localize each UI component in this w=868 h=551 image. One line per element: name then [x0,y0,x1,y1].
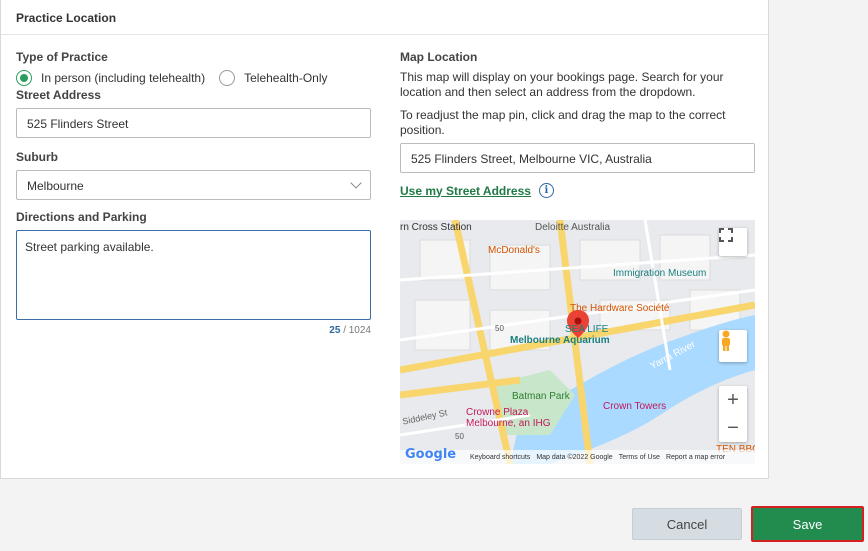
terms-of-use-link[interactable]: Terms of Use [619,454,660,461]
google-logo: Google [405,447,457,462]
map-label-station: rn Cross Station [400,222,472,233]
cancel-button[interactable]: Cancel [632,508,742,540]
right-column: Map Location This map will display on yo… [400,50,755,464]
street-address-input[interactable]: 525 Flinders Street [16,108,371,138]
map-pin-instructions: To readjust the map pin, click and drag … [400,108,726,137]
map-label-route-50: 50 [495,324,504,333]
google-map[interactable]: rn Cross Station Deloitte Australia McDo… [400,220,755,464]
info-icon[interactable]: i [538,183,554,198]
suburb-label: Suburb [16,150,58,164]
street-address-label: Street Address [16,88,101,102]
character-counter: 25 / 1024 [16,325,371,336]
practice-location-panel: Practice Location Type of Practice In pe… [0,0,769,479]
type-of-practice-label: Type of Practice [16,50,108,64]
map-data-credit: Map data ©2022 Google [536,453,613,461]
zoom-in-button[interactable]: + [719,386,747,414]
map-label-crowne-plaza-2: Melbourne, an IHG [466,418,551,429]
counter-current: 25 [329,325,341,336]
chevron-down-icon [350,177,362,189]
map-label-aquarium: Melbourne Aquarium [510,335,610,346]
radio-telehealth-only[interactable]: Telehealth-Only [219,70,328,86]
map-description: This map will display on your bookings p… [400,70,724,99]
fullscreen-icon[interactable] [719,228,747,256]
directions-textarea[interactable]: Street parking available. [16,230,371,320]
map-label-deloitte: Deloitte Australia [535,222,611,233]
use-address-row: Use my Street Address i [400,183,755,198]
zoom-out-button[interactable]: − [719,414,747,442]
radio-telehealth-only-control[interactable] [219,70,236,86]
radio-in-person[interactable]: In person (including telehealth) [16,70,205,86]
keyboard-shortcuts-link[interactable]: Keyboard shortcuts [470,454,530,461]
use-street-address-link[interactable]: Use my Street Address [400,184,531,198]
left-column: Type of Practice In person (including te… [16,50,371,336]
report-map-error-link[interactable]: Report a map error [666,454,725,461]
map-label-sea-life: SEA LIFE [565,324,609,335]
save-button[interactable]: Save [751,506,864,542]
map-label-hardware: The Hardware Société [570,303,670,314]
zoom-controls: + − [719,386,747,442]
map-label-crown-towers: Crown Towers [603,401,667,412]
suburb-value: Melbourne [27,179,84,193]
map-label-mcdonalds: McDonald's [488,245,540,256]
map-label-crowne-plaza: Crowne Plaza [466,407,529,418]
panel-title: Practice Location [1,0,768,35]
map-label-route-50-2: 50 [455,432,464,441]
radio-in-person-label: In person (including telehealth) [41,71,206,85]
counter-max: / 1024 [343,325,371,336]
map-location-label: Map Location [400,50,478,64]
location-search-input[interactable]: 525 Flinders Street, Melbourne VIC, Aust… [400,143,755,173]
suburb-select[interactable]: Melbourne [16,170,371,200]
street-view-pegman-icon[interactable] [719,330,747,362]
map-label-batman-park: Batman Park [512,391,570,402]
map-label-immigration: Immigration Museum [613,268,707,279]
practice-type-radio-group: In person (including telehealth) Telehea… [16,70,371,86]
directions-label: Directions and Parking [16,210,147,224]
radio-in-person-control[interactable] [16,70,32,86]
radio-telehealth-only-label: Telehealth-Only [244,71,328,85]
